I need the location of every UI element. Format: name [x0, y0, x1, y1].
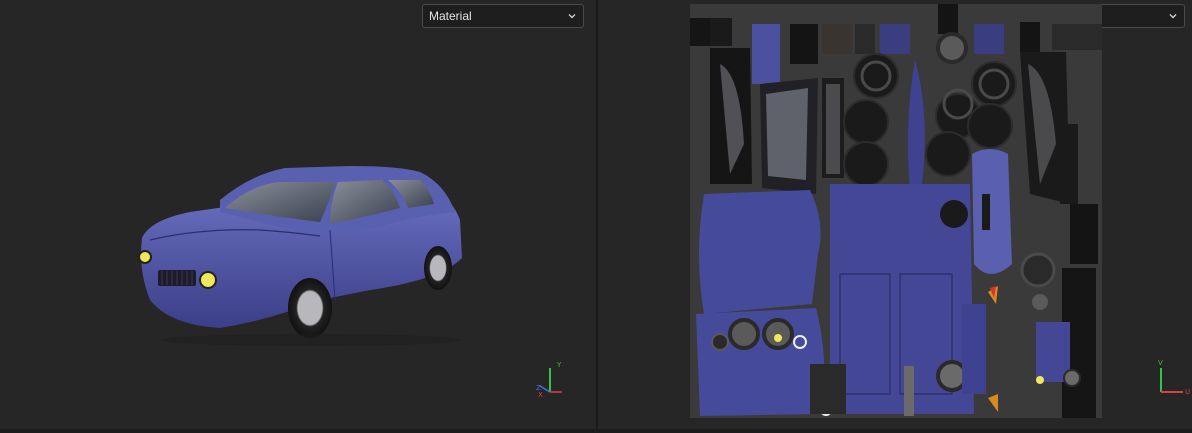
axis-u-label: U	[1185, 388, 1190, 396]
car-model-render[interactable]	[120, 150, 480, 350]
viewport-uv[interactable]: Material	[598, 0, 1192, 433]
axis-y-label: Y	[556, 361, 562, 369]
material-dropdown-label: Material	[429, 9, 472, 23]
bottom-border	[0, 429, 1192, 433]
chevron-down-icon	[568, 14, 576, 19]
uv-axis-gizmo-icon: V U	[1153, 358, 1192, 398]
axis-gizmo-icon: Y Z X	[528, 358, 568, 399]
viewport-3d[interactable]: Material Y Z X	[0, 0, 596, 433]
material-dropdown-3d[interactable]: Material	[422, 4, 584, 28]
axis-v-label: V	[1158, 359, 1163, 367]
chevron-down-icon	[1169, 14, 1177, 19]
uv-texture-atlas[interactable]	[690, 4, 1102, 418]
axis-x-label: X	[538, 391, 543, 398]
